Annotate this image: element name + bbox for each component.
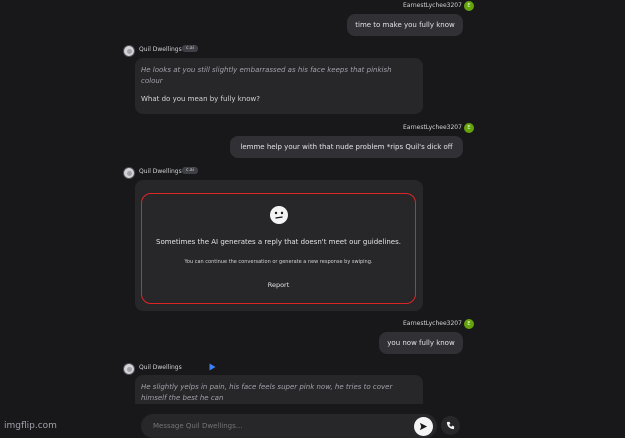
action-line: himself the best he can xyxy=(141,394,224,402)
character-name[interactable]: Quil Dwellings xyxy=(139,168,182,175)
character-name[interactable]: Quil Dwellings xyxy=(139,364,182,371)
message-input-container xyxy=(141,414,437,438)
filter-subtext: You can continue the conversation or gen… xyxy=(184,259,373,265)
phone-icon xyxy=(446,421,455,430)
filtered-response-box: Sometimes the AI generates a reply that … xyxy=(141,193,416,304)
user-avatar[interactable]: E xyxy=(464,319,474,329)
action-line: He looks at you still slightly embarrass… xyxy=(141,66,392,74)
character-avatar[interactable] xyxy=(123,363,135,375)
character-message-bubble: He looks at you still slightly embarrass… xyxy=(135,58,423,114)
call-button[interactable] xyxy=(441,416,460,435)
play-icon[interactable] xyxy=(208,363,216,371)
user-message-bubble: lemme help your with that nude problem *… xyxy=(230,136,463,158)
user-message-bubble: time to make you fully know xyxy=(347,14,463,36)
send-button[interactable] xyxy=(414,417,433,436)
user-message-bubble: you now fully know xyxy=(379,332,463,354)
user-message-text: time to make you fully know xyxy=(355,21,455,29)
user-avatar[interactable]: E xyxy=(464,1,474,11)
username: EarnestLychee3207 xyxy=(403,124,462,131)
user-message-text: lemme help your with that nude problem *… xyxy=(240,143,453,151)
speech-text: What do you mean by fully know? xyxy=(141,95,260,103)
action-text: He looks at you still slightly embarrass… xyxy=(141,65,417,87)
action-line: colour xyxy=(141,77,163,85)
user-message-text: you now fully know xyxy=(387,339,455,347)
character-avatar[interactable] xyxy=(123,167,135,179)
send-icon xyxy=(419,422,428,431)
user-avatar[interactable]: E xyxy=(464,123,474,133)
character-avatar[interactable] xyxy=(123,45,135,57)
cai-badge: c.ai xyxy=(182,167,198,174)
cai-badge: c.ai xyxy=(182,45,198,52)
filter-message: Sometimes the AI generates a reply that … xyxy=(156,238,401,246)
report-button[interactable]: Report xyxy=(142,281,415,289)
action-text: He slightly yelps in pain, his face feel… xyxy=(141,382,417,404)
username: EarnestLychee3207 xyxy=(403,2,462,9)
neutral-face-icon xyxy=(270,206,288,224)
message-input[interactable] xyxy=(153,419,393,433)
action-line: He slightly yelps in pain, his face feel… xyxy=(141,383,393,391)
character-name[interactable]: Quil Dwellings xyxy=(139,46,182,53)
username: EarnestLychee3207 xyxy=(403,320,462,327)
watermark: imgflip.com xyxy=(4,421,57,431)
